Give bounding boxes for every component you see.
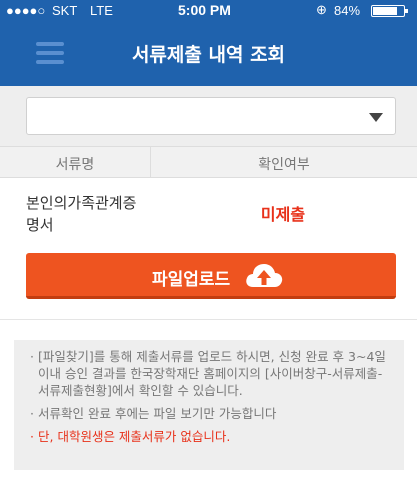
column-header-confirmation: 확인여부 [258,157,310,173]
carrier-name: SKT [52,3,78,18]
notice-box: [파일찾기]를 통해 제출서류를 업로드 하시면, 신청 완료 후 3~4일 이… [14,340,404,470]
cloud-upload-icon [246,264,283,287]
table-row: 본인의가족관계증 명서 미제출 [0,178,417,242]
dropdown-arrow-icon [369,113,383,122]
column-header-document-name: 서류명 [55,157,95,173]
table-header: 서류명 확인여부 [0,146,417,178]
battery-icon [371,5,408,17]
network-type: LTE [90,3,113,18]
document-select[interactable] [26,97,396,135]
battery-nub [405,9,408,13]
app-header: 서류제출 내역 조회 [0,20,417,86]
notice-item: [파일찾기]를 통해 제출서류를 업로드 하시면, 신청 완료 후 3~4일 이… [30,348,392,399]
filter-bar [0,86,417,146]
alarm-icon: ⊕ [316,2,327,17]
clock-time: 5:00 PM [178,2,231,18]
submission-status: 미제출 [260,205,306,224]
battery-fill [373,7,397,15]
section-divider [0,319,417,320]
battery-percent: 84% [334,3,361,18]
signal-strength: ●●●●○ [6,3,46,18]
file-upload-button[interactable]: 파일업로드 [26,253,396,299]
page-title: 서류제출 내역 조회 [131,44,286,66]
status-bar: ●●●●○ SKT LTE 5:00 PM ⊕ 84% [0,0,417,20]
notice-item: 서류확인 완료 후에는 파일 보기만 가능합니다 [30,405,392,422]
notice-item-warning: 단, 대학원생은 제출서류가 없습니다. [30,428,392,445]
file-upload-label: 파일업로드 [152,270,231,290]
